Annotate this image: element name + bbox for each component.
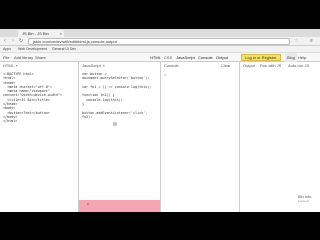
url-input[interactable]: jsbin.com/xedeviwifi/edit#html,js,consol… xyxy=(28,38,290,45)
tab-title: JS Bin - JS Bin xyxy=(22,31,49,36)
address-bar-row: ‹ › ↻ jsbin.com/xedeviwifi/edit#html,js,… xyxy=(0,37,320,46)
login-button[interactable]: Log in or Register xyxy=(241,54,281,61)
browser-window: JS Bin - JS Bin × ‹ › ↻ jsbin.com/xedevi… xyxy=(0,29,320,212)
tab-html[interactable]: HTML xyxy=(150,53,161,62)
console-error-bar: ● xyxy=(79,200,160,212)
chevron-down-icon: ▾ xyxy=(15,63,18,68)
share-menu[interactable]: Share xyxy=(35,53,46,62)
editor-panes: HTML ▾ <!DOCTYPE html> <html> <head> <met… xyxy=(0,62,320,212)
close-tab-icon[interactable]: × xyxy=(60,30,62,37)
reload-icon[interactable]: ↻ xyxy=(18,38,24,44)
file-menu[interactable]: File xyxy=(3,53,9,62)
output-pane: Output Run with JS Auto-run JS xyxy=(240,62,320,212)
browser-tab[interactable]: JS Bin - JS Bin × xyxy=(18,30,64,37)
output-title: Output xyxy=(243,63,256,68)
tab-javascript[interactable]: JavaScript xyxy=(176,53,195,62)
error-indicator-icon: ● xyxy=(87,202,89,206)
bin-info[interactable]: Bin info just now xyxy=(298,195,311,204)
help-link[interactable]: Help xyxy=(298,53,306,62)
browser-menu-icon[interactable]: ≡ xyxy=(310,38,313,44)
html-editor[interactable]: <!DOCTYPE html> <html> <head> <meta char… xyxy=(3,72,62,124)
tab-bar: JS Bin - JS Bin × xyxy=(0,29,320,37)
bookmark-web-development[interactable]: Web Development xyxy=(18,46,47,53)
bookmark-apps[interactable]: Apps xyxy=(3,46,11,53)
bookmarks-bar: Apps Web Development General UI Dev xyxy=(0,46,320,53)
forward-icon[interactable]: › xyxy=(10,38,16,44)
bookmark-general-ui-dev[interactable]: General UI Dev xyxy=(52,46,76,53)
console-prompt[interactable]: > xyxy=(164,72,166,77)
html-pane-header[interactable]: HTML ▾ xyxy=(0,62,78,70)
bookmark-star-icon[interactable]: ☆ xyxy=(294,38,298,44)
javascript-editor[interactable]: var button = document.querySelector('but… xyxy=(82,72,151,119)
output-pane-header: Output Run with JS Auto-run JS xyxy=(240,62,320,70)
html-pane: HTML ▾ <!DOCTYPE html> <html> <head> <met… xyxy=(0,62,78,212)
blog-link[interactable]: Blog xyxy=(285,53,298,62)
tab-console[interactable]: Console xyxy=(198,53,213,62)
run-with-js-button[interactable]: Run with JS xyxy=(260,62,281,70)
console-pane: Console Clear > xyxy=(161,62,239,212)
console-clear-button[interactable]: Clear xyxy=(221,62,231,70)
javascript-pane-header[interactable]: JavaScript ▾ xyxy=(79,62,160,70)
add-library-menu[interactable]: Add library xyxy=(14,53,33,62)
bin-info-subtitle: just now xyxy=(298,199,310,203)
console-pane-header: Console Clear xyxy=(164,62,231,70)
mouse-cursor xyxy=(113,122,117,126)
tab-css[interactable]: CSS xyxy=(164,53,172,62)
tab-output[interactable]: Output xyxy=(216,53,228,62)
chevron-down-icon: ▾ xyxy=(102,63,105,68)
auto-run-js-checkbox[interactable]: Auto-run JS xyxy=(288,62,309,70)
jsbin-toolbar: File Add library Share HTML CSS JavaScri… xyxy=(0,53,320,62)
back-icon[interactable]: ‹ xyxy=(2,38,8,44)
javascript-pane: JavaScript ▾ var button = document.queryS… xyxy=(79,62,160,212)
